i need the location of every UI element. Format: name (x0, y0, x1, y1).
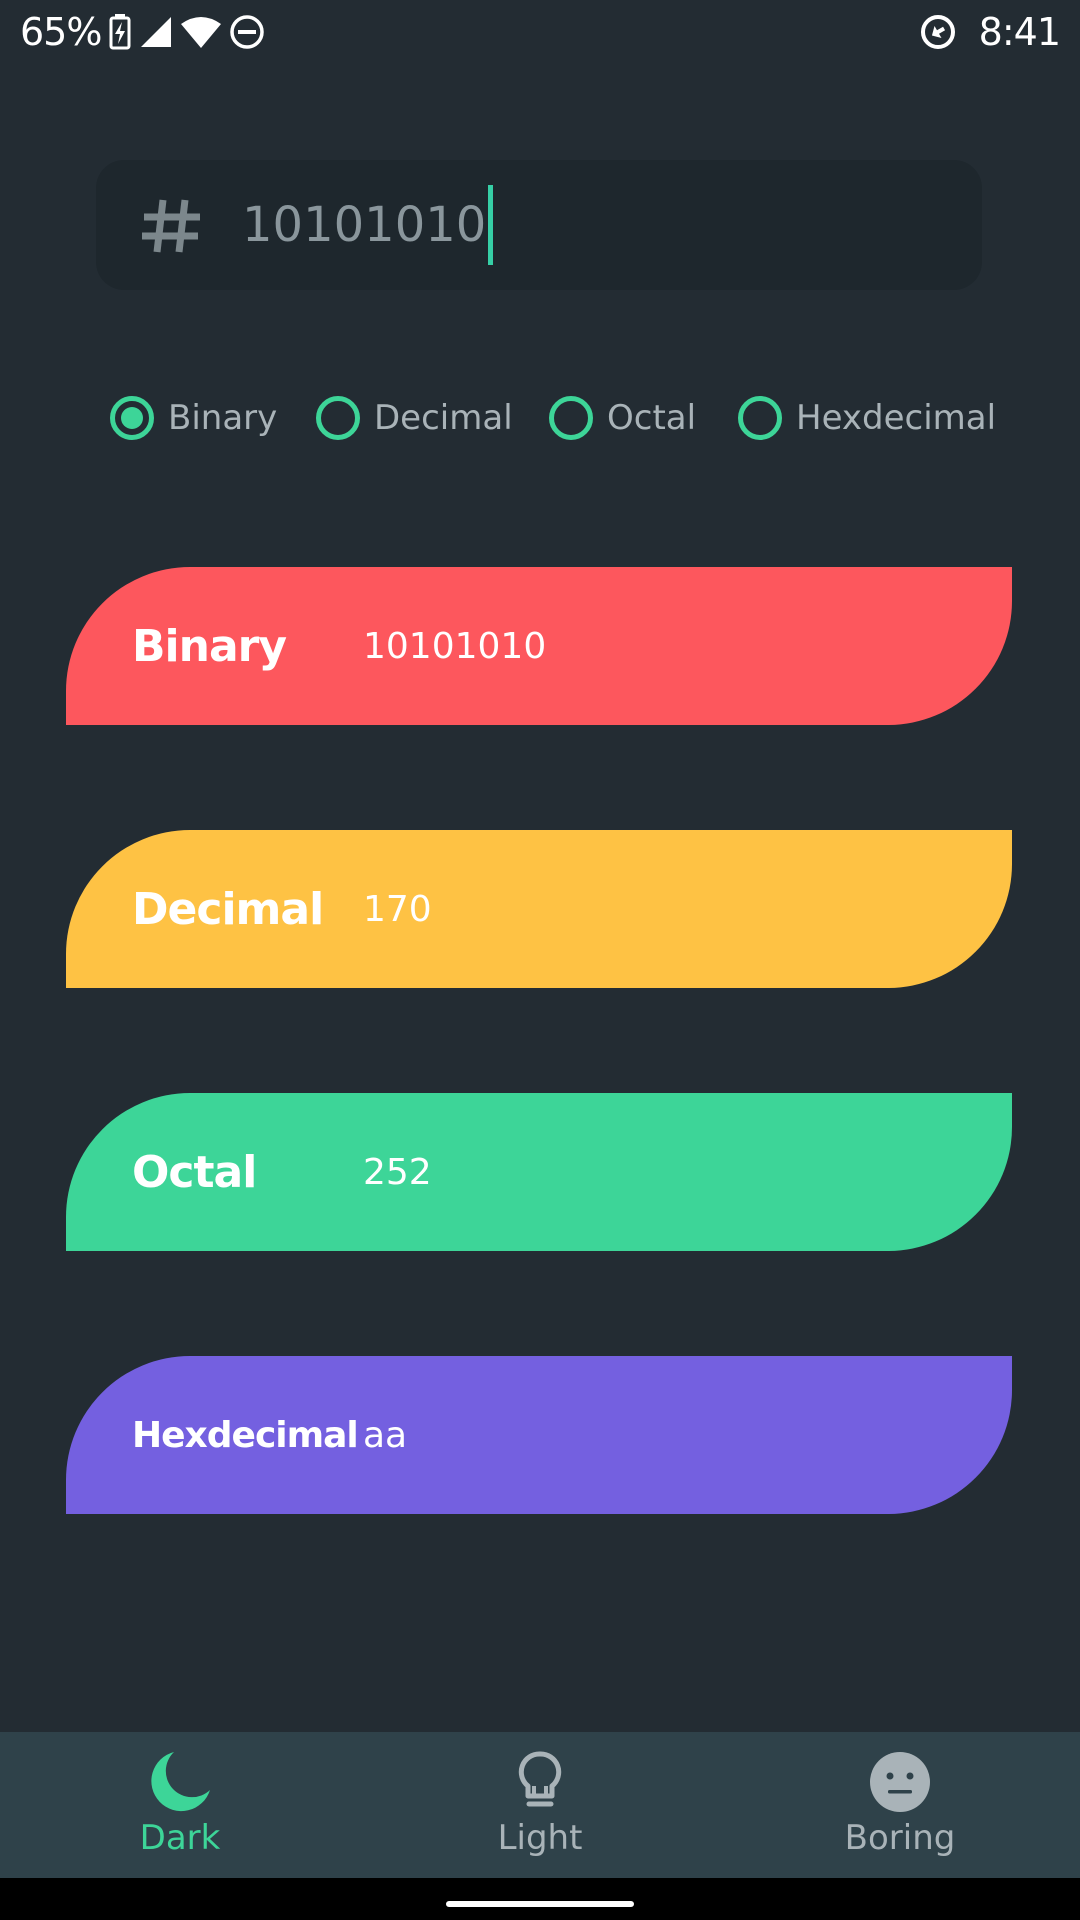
radio-label: Hexdecimal (796, 398, 997, 438)
radio-decimal[interactable]: Decimal (316, 388, 513, 448)
number-input-value: 10101010 (242, 197, 487, 253)
nav-item-boring[interactable]: Boring (780, 1732, 1020, 1878)
result-title: Hexdecimal (132, 1414, 359, 1456)
result-value: 10101010 (363, 625, 547, 667)
result-value: 252 (363, 1151, 432, 1193)
result-title: Decimal (132, 883, 324, 935)
lightbulb-icon (504, 1746, 576, 1818)
home-gesture-handle[interactable] (446, 1901, 634, 1907)
radio-unchecked-icon (316, 396, 360, 440)
radio-hexdecimal[interactable]: Hexdecimal (738, 388, 996, 448)
do-not-disturb-icon (229, 14, 265, 50)
number-input[interactable]: 10101010 (242, 160, 494, 290)
result-title: Octal (132, 1146, 257, 1198)
nav-label: Boring (844, 1818, 956, 1858)
result-card-octal: Octal 252 (66, 1093, 1012, 1251)
radio-unchecked-icon (549, 396, 593, 440)
radio-unchecked-icon (738, 396, 782, 440)
result-value: aa (363, 1414, 408, 1456)
nav-item-light[interactable]: Light (420, 1732, 660, 1878)
sync-icon (919, 13, 957, 51)
neutral-face-icon (864, 1746, 936, 1818)
nav-label: Light (497, 1818, 583, 1858)
result-card-decimal: Decimal 170 (66, 830, 1012, 988)
base-radio-group: Binary Decimal Octal Hexdecimal (0, 388, 1080, 448)
battery-charging-icon (109, 14, 131, 50)
radio-label: Octal (607, 398, 697, 438)
wifi-icon (181, 16, 222, 48)
nav-item-dark[interactable]: Dark (60, 1732, 300, 1878)
moon-icon (144, 1746, 216, 1818)
number-input-box[interactable]: 10101010 (96, 160, 982, 290)
text-caret (488, 185, 494, 265)
result-card-binary: Binary 10101010 (66, 567, 1012, 725)
hash-icon (136, 190, 208, 262)
radio-label: Binary (168, 398, 278, 438)
radio-label: Decimal (374, 398, 513, 438)
status-right: 8:41 (919, 8, 1061, 56)
status-bar: 65% 8:41 (0, 0, 1080, 64)
radio-checked-icon (110, 396, 154, 440)
nav-label: Dark (139, 1818, 221, 1858)
result-card-hexdecimal: Hexdecimal aa (66, 1356, 1012, 1514)
battery-percent: 65% (20, 10, 102, 54)
radio-binary[interactable]: Binary (110, 388, 277, 448)
radio-octal[interactable]: Octal (549, 388, 696, 448)
system-gesture-area (0, 1878, 1080, 1920)
status-left: 65% (20, 8, 265, 56)
clock: 8:41 (978, 10, 1061, 54)
cell-signal-icon (139, 15, 173, 49)
result-value: 170 (363, 888, 432, 930)
bottom-navigation: Dark Light Boring (0, 1732, 1080, 1878)
result-title: Binary (132, 620, 287, 672)
